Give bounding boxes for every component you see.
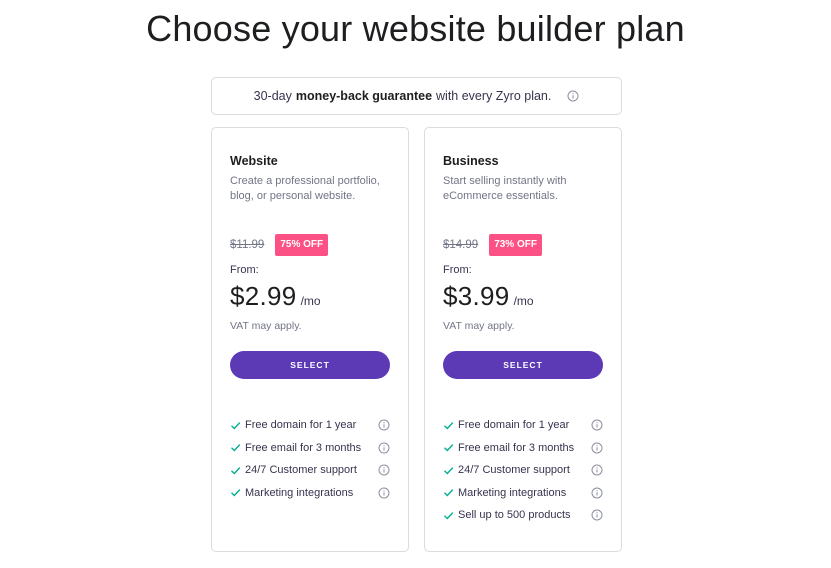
- plan-card-business: Business Start selling instantly with eC…: [424, 127, 622, 552]
- feature-item: Free email for 3 months: [443, 437, 603, 460]
- check-icon: [230, 420, 241, 431]
- feature-label: 24/7 Customer support: [245, 464, 357, 477]
- plan-card-website: Website Create a professional portfolio,…: [211, 127, 409, 552]
- info-icon[interactable]: [567, 90, 579, 102]
- info-icon[interactable]: [591, 464, 603, 476]
- feature-item: Free email for 3 months: [230, 437, 390, 460]
- feature-label: Sell up to 500 products: [458, 509, 571, 522]
- feature-label: Marketing integrations: [458, 486, 567, 499]
- vat-note: VAT may apply.: [443, 320, 515, 332]
- info-icon[interactable]: [378, 487, 390, 499]
- feature-list: Free domain for 1 year Free email for 3 …: [443, 414, 603, 527]
- check-icon: [230, 465, 241, 476]
- price-unit: /mo: [513, 294, 534, 308]
- feature-label: Free email for 3 months: [458, 441, 575, 454]
- info-icon[interactable]: [591, 509, 603, 521]
- discount-badge: 75% OFF: [275, 234, 329, 256]
- feature-item: Free domain for 1 year: [230, 414, 390, 437]
- feature-item: Sell up to 500 products: [443, 504, 603, 527]
- feature-label: Free domain for 1 year: [245, 419, 357, 432]
- info-icon[interactable]: [591, 419, 603, 431]
- price-row: $14.99 73% OFF: [443, 234, 542, 256]
- money-back-guarantee-banner: 30-day money-back guarantee with every Z…: [211, 77, 622, 115]
- from-label: From:: [230, 264, 259, 276]
- feature-item: 24/7 Customer support: [443, 459, 603, 482]
- price: $2.99 /mo: [230, 281, 321, 312]
- old-price: $14.99: [443, 239, 479, 251]
- feature-list: Free domain for 1 year Free email for 3 …: [230, 414, 390, 504]
- check-icon: [443, 487, 454, 498]
- discount-badge: 73% OFF: [489, 234, 542, 256]
- plan-name: Business: [443, 154, 499, 168]
- feature-label: Marketing integrations: [245, 486, 354, 499]
- info-icon[interactable]: [378, 464, 390, 476]
- from-label: From:: [443, 264, 472, 276]
- feature-label: Free email for 3 months: [245, 441, 362, 454]
- page-title: Choose your website builder plan: [146, 8, 685, 49]
- feature-label: Free domain for 1 year: [458, 419, 570, 432]
- feature-item: 24/7 Customer support: [230, 459, 390, 482]
- plan-description: Create a professional portfolio, blog, o…: [230, 175, 380, 202]
- guarantee-suffix: with every Zyro plan.: [436, 89, 552, 103]
- price-row: $11.99 75% OFF: [230, 234, 329, 256]
- check-icon: [230, 487, 241, 498]
- feature-item: Free domain for 1 year: [443, 414, 603, 437]
- feature-item: Marketing integrations: [230, 482, 390, 505]
- price-unit: /mo: [300, 294, 321, 308]
- vat-note: VAT may apply.: [230, 320, 302, 332]
- price-amount: $2.99: [230, 281, 297, 311]
- select-business-button[interactable]: SELECT: [443, 351, 603, 379]
- guarantee-highlight: money-back guarantee: [295, 89, 433, 103]
- feature-item: Marketing integrations: [443, 482, 603, 505]
- check-icon: [443, 442, 454, 453]
- plan-description: Start selling instantly with eCommerce e…: [443, 175, 567, 202]
- info-icon[interactable]: [378, 419, 390, 431]
- guarantee-prefix: 30-day: [253, 89, 292, 103]
- info-icon[interactable]: [378, 442, 390, 454]
- price-amount: $3.99: [443, 281, 510, 311]
- check-icon: [230, 442, 241, 453]
- check-icon: [443, 510, 454, 521]
- info-icon[interactable]: [591, 442, 603, 454]
- check-icon: [443, 465, 454, 476]
- check-icon: [443, 420, 454, 431]
- old-price: $11.99: [230, 239, 265, 251]
- info-icon[interactable]: [591, 487, 603, 499]
- price: $3.99 /mo: [443, 281, 534, 312]
- feature-label: 24/7 Customer support: [458, 464, 570, 477]
- plan-name: Website: [230, 154, 278, 168]
- select-website-button[interactable]: SELECT: [230, 351, 390, 379]
